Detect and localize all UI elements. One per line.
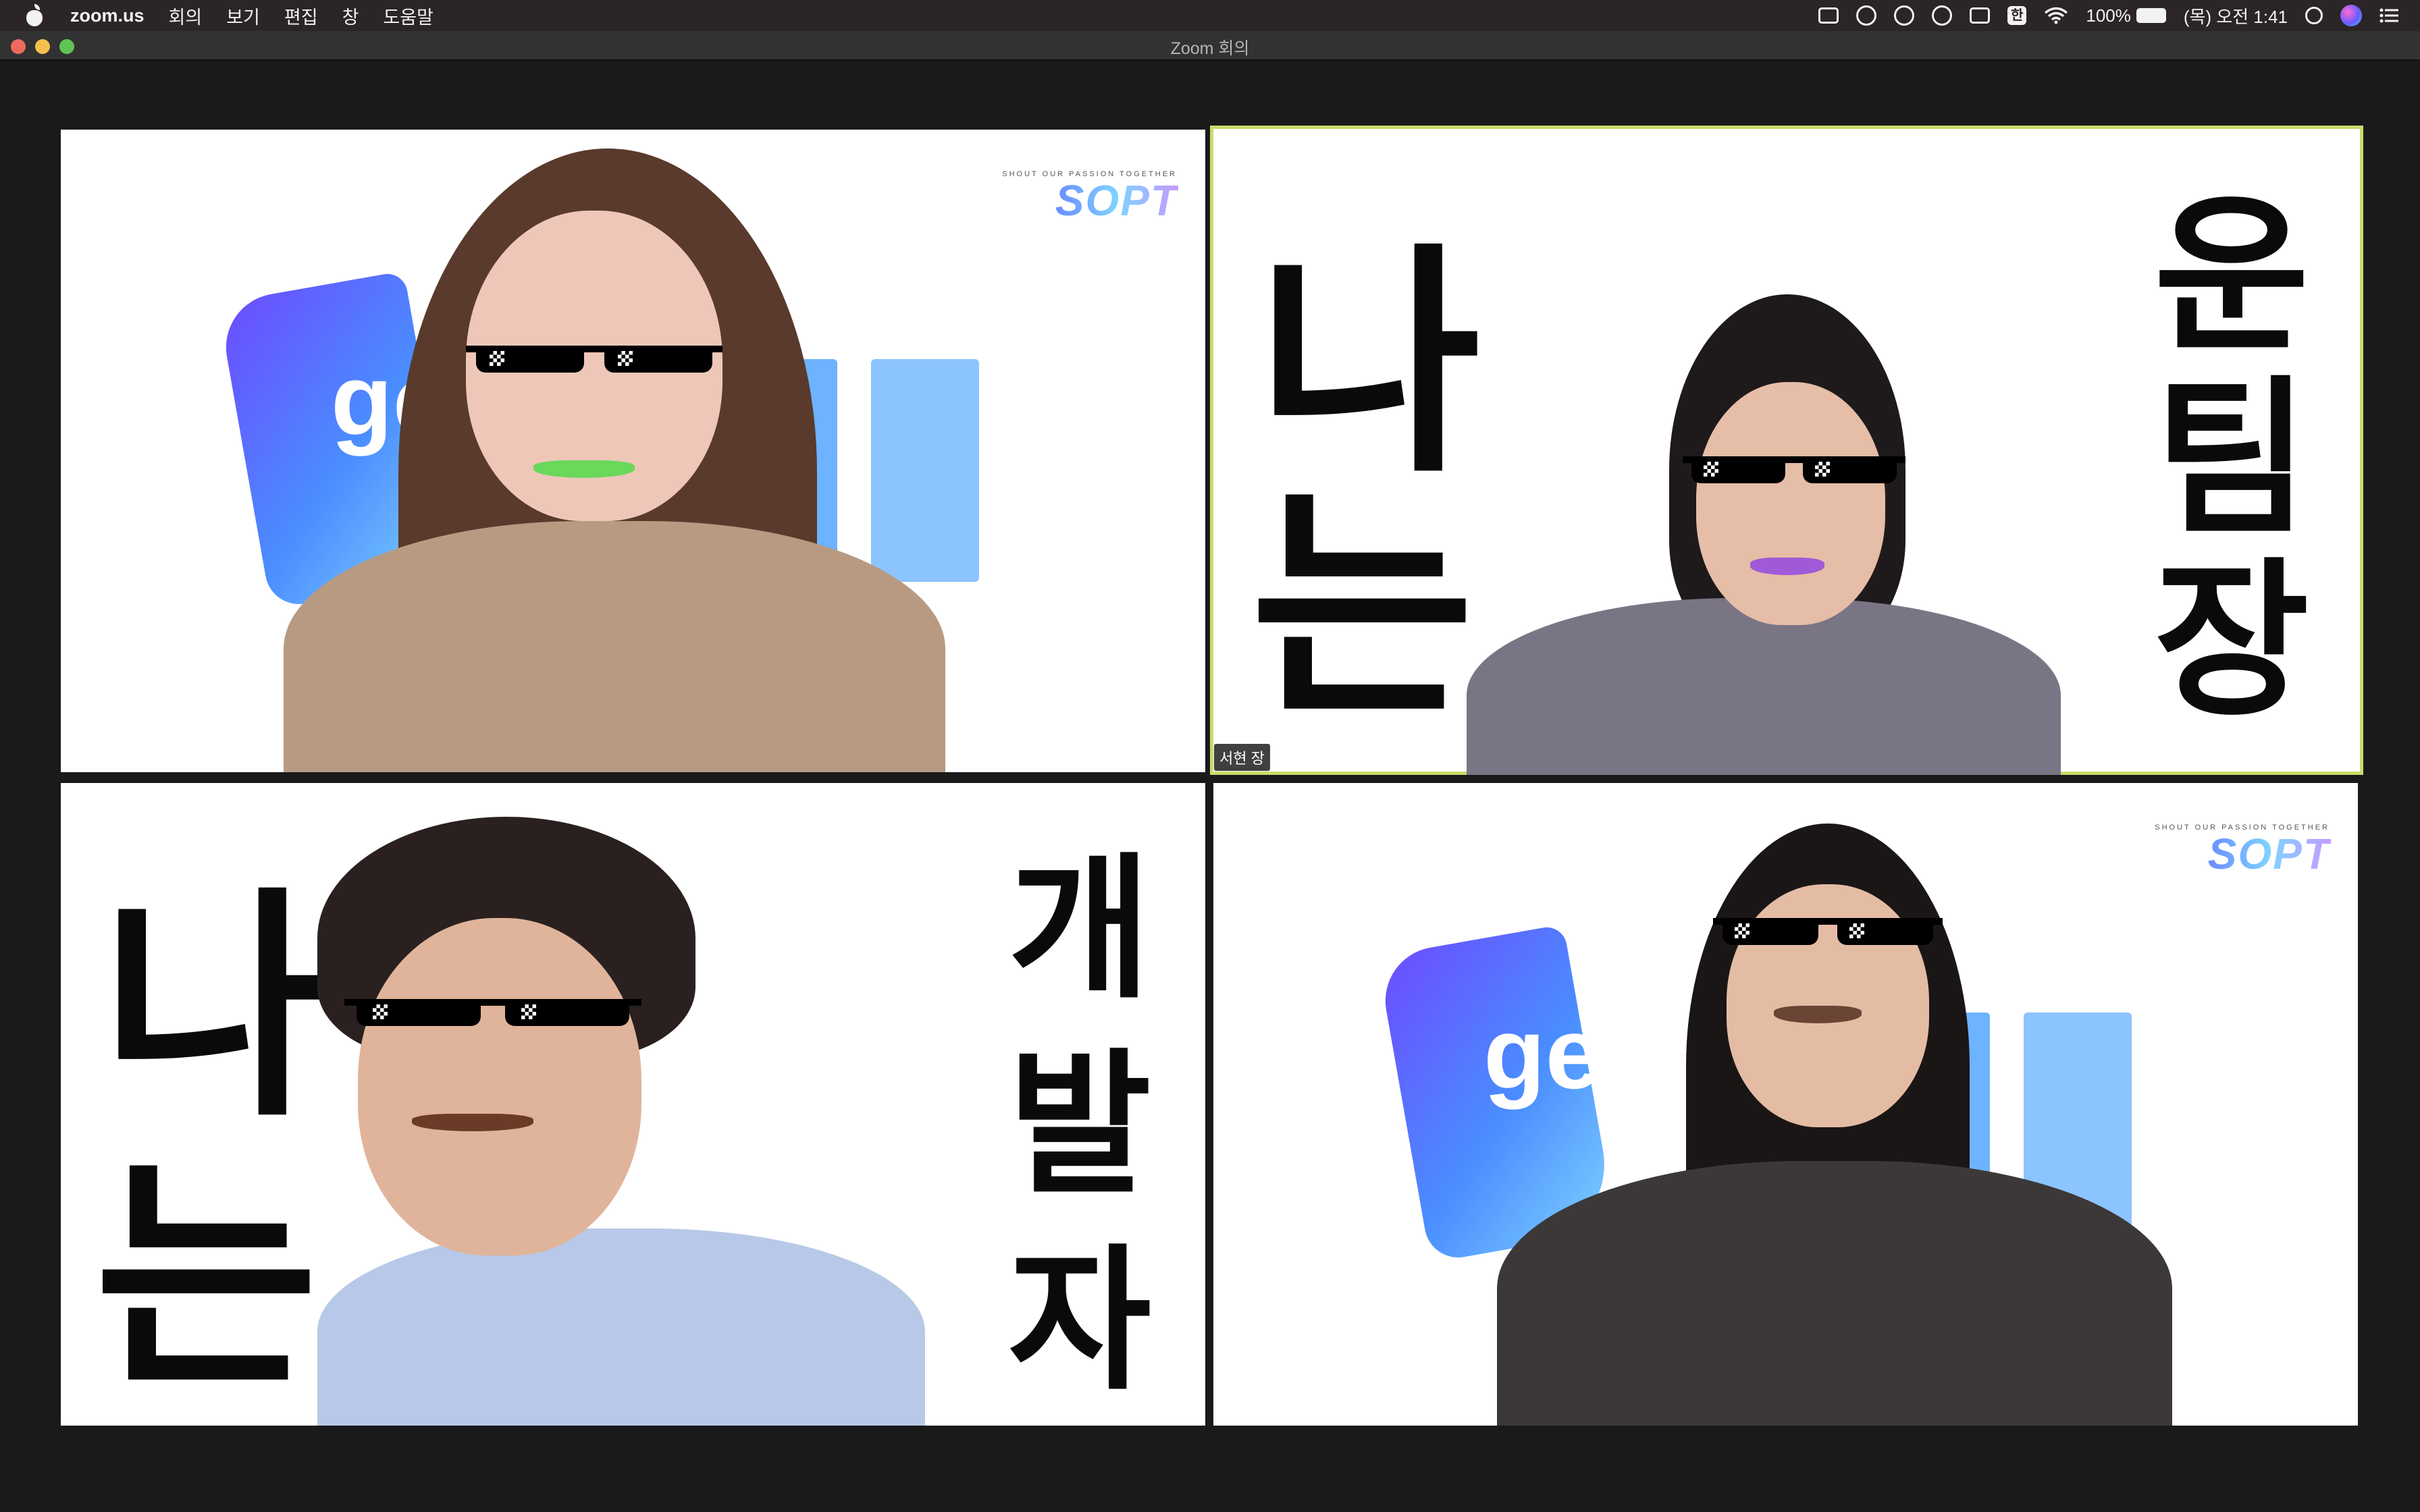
video-tile-1[interactable]: SHOUT OUR PASSION TOGETHER SOPT gem bbox=[61, 130, 1205, 772]
video-tile-3[interactable]: 나 는 개 발 자 bbox=[61, 783, 1205, 1426]
battery-icon bbox=[2136, 8, 2166, 23]
bg-graphic-bar bbox=[871, 359, 979, 582]
creative-cloud-icon[interactable] bbox=[1932, 5, 1953, 26]
menu-window[interactable]: 창 bbox=[342, 3, 359, 29]
display-icon[interactable] bbox=[1970, 7, 1991, 24]
calligraphy-right-3: 자 bbox=[1008, 1229, 1151, 1411]
window-title: Zoom 회의 bbox=[1170, 39, 1250, 58]
calligraphy-left-2: 는 bbox=[95, 1134, 319, 1420]
menu-edit[interactable]: 편집 bbox=[284, 3, 318, 29]
sunglasses-filter bbox=[1683, 456, 1905, 483]
calligraphy-right-2: 발 bbox=[1008, 1033, 1151, 1216]
apple-menu-icon[interactable] bbox=[24, 4, 45, 27]
video-tile-4[interactable]: SHOUT OUR PASSION TOGETHER SOPT gem bbox=[1213, 783, 2358, 1426]
wifi-icon[interactable] bbox=[2044, 7, 2068, 24]
sopt-logo: SOPT bbox=[2207, 830, 2331, 878]
calligraphy-right-1: 개 bbox=[1008, 838, 1151, 1020]
gem-logo-text: gem bbox=[1483, 996, 1692, 1110]
mustache-filter bbox=[1774, 1006, 1862, 1023]
calligraphy-left-2: 는 bbox=[1251, 463, 1475, 749]
sopt-logo: SOPT bbox=[1055, 176, 1178, 225]
menu-app-name[interactable]: zoom.us bbox=[70, 5, 144, 26]
video-tile-2-active-speaker[interactable]: 나 는 운 팀 장 서현 장 bbox=[1210, 126, 2363, 775]
siri-icon[interactable] bbox=[2340, 5, 2362, 26]
calligraphy-right-3: 장 bbox=[2154, 541, 2309, 739]
menu-view[interactable]: 보기 bbox=[226, 3, 260, 29]
mustache-filter bbox=[412, 1114, 533, 1131]
gallery-view: SHOUT OUR PASSION TOGETHER SOPT gem 나 는 … bbox=[0, 62, 2420, 1512]
menu-help[interactable]: 도움말 bbox=[383, 3, 433, 29]
control-center-icon[interactable] bbox=[2379, 7, 2400, 24]
battery-percent: 100% bbox=[2086, 5, 2131, 26]
sunglasses-filter bbox=[344, 999, 641, 1026]
battery-status[interactable]: 100% bbox=[2086, 5, 2166, 26]
mustache-filter bbox=[1750, 558, 1824, 575]
clock[interactable]: (목) 오전 1:41 bbox=[2184, 3, 2288, 28]
menu-meeting[interactable]: 회의 bbox=[169, 3, 203, 29]
sync-icon[interactable] bbox=[1894, 5, 1915, 26]
participant-name-label: 서현 장 bbox=[1214, 744, 1270, 771]
mustache-filter bbox=[533, 460, 635, 478]
spotlight-search-icon[interactable] bbox=[2305, 7, 2323, 24]
input-source-icon[interactable]: 한 bbox=[2007, 6, 2027, 25]
sunglasses-filter bbox=[466, 346, 722, 373]
macos-menubar: zoom.us 회의 보기 편집 창 도움말 한 100% (목) 오전 1:4… bbox=[0, 0, 2420, 31]
window-titlebar: Zoom 회의 bbox=[0, 31, 2420, 61]
sunglasses-filter bbox=[1713, 918, 1943, 945]
notification-icon[interactable] bbox=[1856, 5, 1877, 26]
zoom-status-icon[interactable] bbox=[1818, 7, 1839, 24]
